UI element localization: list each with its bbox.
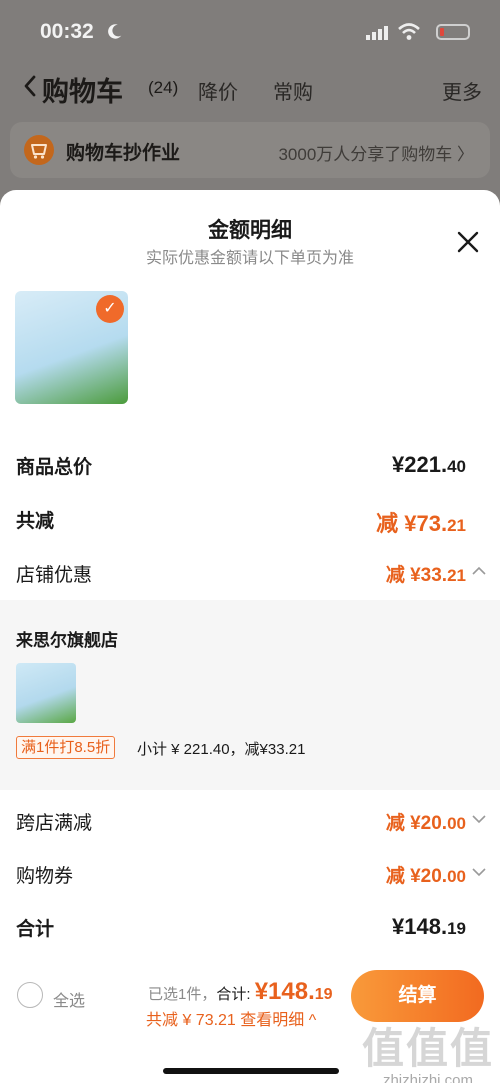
close-icon[interactable] — [456, 230, 480, 254]
signal-icon — [366, 26, 388, 40]
cart-navbar: 购物车 (24) 降价 常购 更多 — [20, 70, 482, 107]
coupon-row[interactable]: 购物券 减 ¥20.00 — [16, 861, 486, 891]
sum-value: ¥148.19 — [392, 914, 466, 939]
status-bar: 00:32 — [40, 18, 470, 48]
page-title: 购物车 — [42, 77, 123, 107]
shop-discount-row[interactable]: 店铺优惠 减 ¥33.21 — [16, 560, 486, 590]
goods-total-label: 商品总价 — [16, 457, 93, 478]
amount-detail-sheet: 金额明细 实际优惠金额请以下单页为准 ✓ 商品总价 ¥221.40 共减 减 ¥… — [0, 190, 500, 1083]
total-reduce-label: 共减 — [16, 511, 55, 532]
cart-icon — [24, 135, 54, 165]
cross-store-value: 减 ¥20.00 — [385, 813, 466, 834]
picked-summary: 已选1件，合计: ¥148.19 — [148, 978, 333, 1005]
chevron-down-icon[interactable] — [472, 867, 486, 877]
shop-subtotal: 小计 ¥ 221.40，减¥33.21 — [137, 741, 306, 758]
cart-share-banner[interactable]: 购物车抄作业 3000万人分享了购物车 〉 — [10, 122, 490, 178]
coupon-label: 购物券 — [16, 866, 74, 887]
total-reduce-value: 减 ¥73.21 — [376, 511, 466, 536]
sum-row: 合计 ¥148.19 — [16, 914, 466, 944]
cart-count: (24) — [148, 78, 179, 97]
chevron-up-icon[interactable] — [472, 566, 486, 576]
check-icon: ✓ — [96, 295, 124, 323]
total-reduce-row: 共减 减 ¥73.21 — [16, 506, 466, 536]
tab-price-drop[interactable]: 降价 — [198, 76, 238, 105]
wifi-icon — [398, 23, 420, 40]
more-button[interactable]: 更多 — [442, 76, 482, 105]
goods-total-row: 商品总价 ¥221.40 — [16, 452, 466, 482]
shop-discount-detail: 来思尔旗舰店 满1件打8.5折 小计 ¥ 221.40，减¥33.21 — [0, 600, 500, 790]
watermark: 值值值 zhizhizhi.com — [361, 1025, 494, 1083]
reduce-detail-link[interactable]: 共减 ¥ 73.21 查看明细 ^ — [146, 1006, 316, 1030]
cross-store-row[interactable]: 跨店满减 减 ¥20.00 — [16, 808, 486, 838]
home-indicator — [163, 1068, 339, 1074]
shop-discount-value: 减 ¥33.21 — [385, 565, 466, 586]
chevron-down-icon[interactable] — [472, 814, 486, 824]
shop-name[interactable]: 来思尔旗舰店 — [16, 626, 118, 651]
checkout-button[interactable]: 结算 — [351, 970, 484, 1022]
sheet-title: 金额明细 — [208, 219, 292, 242]
goods-total-value: ¥221.40 — [392, 452, 466, 477]
checkout-bar: 全选 已选1件，合计: ¥148.19 共减 ¥ 73.21 查看明细 ^ 结算… — [0, 960, 500, 1083]
battery-icon — [436, 24, 470, 40]
select-all-radio[interactable] — [17, 982, 43, 1008]
product-thumbnail[interactable]: ✓ — [15, 291, 128, 404]
promo-tag: 满1件打8.5折 — [16, 736, 116, 759]
shop-discount-label: 店铺优惠 — [16, 565, 93, 586]
cross-store-label: 跨店满减 — [16, 813, 93, 834]
sum-label: 合计 — [16, 919, 55, 940]
banner-subtitle: 3000万人分享了购物车 〉 — [278, 145, 474, 164]
select-all-label[interactable]: 全选 — [53, 987, 85, 1011]
back-icon[interactable] — [22, 74, 38, 98]
sheet-subtitle: 实际优惠金额请以下单页为准 — [145, 250, 354, 267]
status-time: 00:32 — [40, 20, 94, 43]
coupon-value: 减 ¥20.00 — [385, 866, 466, 887]
banner-title: 购物车抄作业 — [66, 143, 181, 164]
tab-frequent[interactable]: 常购 — [273, 76, 313, 105]
moon-icon — [108, 24, 122, 39]
shop-product-thumbnail[interactable] — [16, 663, 76, 723]
